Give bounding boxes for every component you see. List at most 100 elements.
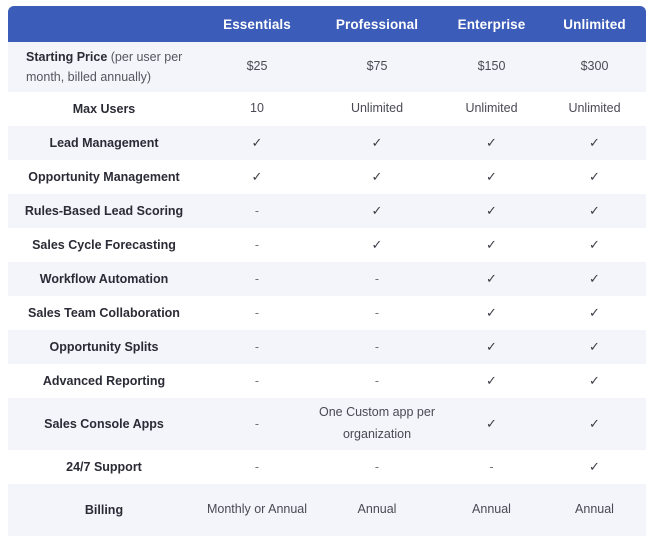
cell-value: $300 <box>543 42 646 92</box>
cell-value: $150 <box>440 42 543 92</box>
feature-label: Workflow Automation <box>8 262 200 296</box>
cell-value: Annual <box>440 484 543 536</box>
cell-value-text: Annual <box>444 499 539 521</box>
cell-not-included: - <box>314 364 440 398</box>
check-icon: ✓ <box>252 135 263 150</box>
cell-included: ✓ <box>440 330 543 364</box>
check-icon: ✓ <box>486 416 497 431</box>
plan-header-unlimited[interactable]: Unlimited <box>543 6 646 42</box>
dash-icon: - <box>375 374 379 388</box>
cell-not-included: - <box>200 296 314 330</box>
cell-value: $25 <box>200 42 314 92</box>
dash-icon: - <box>375 340 379 354</box>
cell-value: Unlimited <box>440 92 543 126</box>
cell-included: ✓ <box>543 398 646 450</box>
cell-not-included: - <box>200 450 314 484</box>
cell-value: One Custom app per organization <box>314 398 440 450</box>
check-icon: ✓ <box>589 339 600 354</box>
cell-included: ✓ <box>440 398 543 450</box>
table-row: Rules-Based Lead Scoring-✓✓✓ <box>8 194 646 228</box>
check-icon: ✓ <box>589 237 600 252</box>
cell-value-text: 10 <box>204 98 310 120</box>
feature-label: Lead Management <box>8 126 200 160</box>
feature-label: Advanced Reporting <box>8 364 200 398</box>
check-icon: ✓ <box>372 135 383 150</box>
check-icon: ✓ <box>589 416 600 431</box>
cell-not-included: - <box>314 296 440 330</box>
check-icon: ✓ <box>589 305 600 320</box>
cell-included: ✓ <box>440 262 543 296</box>
feature-label-main: Sales Team Collaboration <box>28 306 180 320</box>
cell-value-text: Unlimited <box>318 98 436 120</box>
cell-included: ✓ <box>200 160 314 194</box>
dash-icon: - <box>375 460 379 474</box>
cell-not-included: - <box>314 330 440 364</box>
table-row: Advanced Reporting--✓✓ <box>8 364 646 398</box>
table-row: Max Users10UnlimitedUnlimitedUnlimited <box>8 92 646 126</box>
table-header: Essentials Professional Enterprise Unlim… <box>8 6 646 42</box>
dash-icon: - <box>489 460 493 474</box>
feature-label: Rules-Based Lead Scoring <box>8 194 200 228</box>
feature-label: 24/7 Support <box>8 450 200 484</box>
cell-included: ✓ <box>543 296 646 330</box>
cell-included: ✓ <box>543 228 646 262</box>
plan-header-essentials[interactable]: Essentials <box>200 6 314 42</box>
feature-label: Sales Cycle Forecasting <box>8 228 200 262</box>
cell-value-text: Unlimited <box>547 98 642 120</box>
feature-label-main: Opportunity Splits <box>49 340 158 354</box>
feature-label-main: Opportunity Management <box>28 170 179 184</box>
feature-label: Opportunity Management <box>8 160 200 194</box>
feature-label: Billing <box>8 484 200 536</box>
check-icon: ✓ <box>486 373 497 388</box>
plan-header-enterprise[interactable]: Enterprise <box>440 6 543 42</box>
cell-included: ✓ <box>543 262 646 296</box>
cell-included: ✓ <box>440 228 543 262</box>
feature-column-header <box>8 6 200 42</box>
cell-included: ✓ <box>543 126 646 160</box>
check-icon: ✓ <box>372 203 383 218</box>
feature-label-main: Rules-Based Lead Scoring <box>25 204 183 218</box>
cell-not-included: - <box>200 398 314 450</box>
check-icon: ✓ <box>589 271 600 286</box>
feature-label-main: Max Users <box>73 102 136 116</box>
cell-included: ✓ <box>440 296 543 330</box>
check-icon: ✓ <box>589 459 600 474</box>
cell-value-text: Annual <box>547 499 642 521</box>
table-row: Sales Team Collaboration--✓✓ <box>8 296 646 330</box>
cell-value: Annual <box>314 484 440 536</box>
cell-included: ✓ <box>314 126 440 160</box>
cell-included: ✓ <box>440 160 543 194</box>
cell-value-text: $300 <box>547 56 642 78</box>
cell-included: ✓ <box>200 126 314 160</box>
cell-not-included: - <box>314 450 440 484</box>
feature-label-main: Sales Console Apps <box>44 417 164 431</box>
dash-icon: - <box>255 340 259 354</box>
check-icon: ✓ <box>252 169 263 184</box>
feature-label: Sales Team Collaboration <box>8 296 200 330</box>
plan-header-row: Essentials Professional Enterprise Unlim… <box>8 6 646 42</box>
check-icon: ✓ <box>372 169 383 184</box>
table-row: BillingMonthly or AnnualAnnualAnnualAnnu… <box>8 484 646 536</box>
cell-value: $75 <box>314 42 440 92</box>
cell-included: ✓ <box>440 364 543 398</box>
plan-header-professional[interactable]: Professional <box>314 6 440 42</box>
table-body: Starting Price (per user per month, bill… <box>8 42 646 536</box>
cell-included: ✓ <box>314 228 440 262</box>
feature-label-main: Billing <box>85 503 123 517</box>
feature-label: Starting Price (per user per month, bill… <box>8 42 200 92</box>
dash-icon: - <box>255 306 259 320</box>
check-icon: ✓ <box>589 203 600 218</box>
table-row: Opportunity Splits - - ✓ ✓ <box>8 330 646 364</box>
check-icon: ✓ <box>589 169 600 184</box>
check-icon: ✓ <box>486 271 497 286</box>
cell-value: Annual <box>543 484 646 536</box>
cell-included: ✓ <box>543 450 646 484</box>
feature-label: Sales Console Apps <box>8 398 200 450</box>
cell-included: ✓ <box>314 160 440 194</box>
cell-included: ✓ <box>314 194 440 228</box>
table-row: 24/7 Support - - - ✓ <box>8 450 646 484</box>
cell-included: ✓ <box>440 194 543 228</box>
dash-icon: - <box>255 460 259 474</box>
cell-not-included: - <box>314 262 440 296</box>
cell-included: ✓ <box>543 330 646 364</box>
